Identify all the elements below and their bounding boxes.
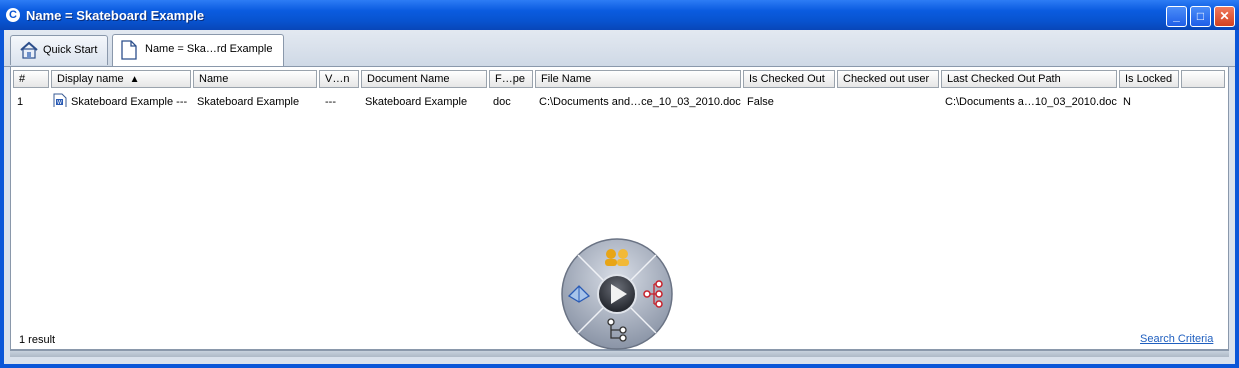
- radial-action-menu[interactable]: [561, 238, 673, 350]
- tab-label: Name = Ska…rd Example: [145, 43, 273, 55]
- cell-display-name: Skateboard Example ---: [71, 96, 188, 108]
- column-header-is-checked-out[interactable]: Is Checked Out: [743, 70, 835, 88]
- minimize-icon: _: [1173, 9, 1180, 23]
- cell-name: Skateboard Example: [197, 96, 300, 108]
- tab-label: Quick Start: [43, 44, 98, 56]
- column-header-label: Is Locked: [1125, 73, 1173, 85]
- search-criteria-link[interactable]: Search Criteria: [1140, 333, 1213, 345]
- close-button[interactable]: ✕: [1214, 6, 1235, 27]
- application-window: C Name = Skateboard Example _ □ ✕ Quick …: [0, 0, 1239, 368]
- title-bar[interactable]: C Name = Skateboard Example _ □ ✕: [0, 0, 1239, 30]
- cell-number: 1: [17, 96, 24, 108]
- column-header-label: Document Name: [367, 73, 450, 85]
- word-document-icon: W: [51, 93, 69, 107]
- column-header-label: Last Checked Out Path: [947, 73, 1061, 85]
- maximize-icon: □: [1196, 9, 1205, 23]
- cell-file-name: C:\Documents and…ce_10_03_2010.doc: [539, 96, 741, 108]
- cell-is-checked-out: False: [747, 96, 774, 108]
- column-header-file-type[interactable]: F…pe: [489, 70, 533, 88]
- play-icon[interactable]: [597, 274, 637, 314]
- column-header-file-name[interactable]: File Name: [535, 70, 741, 88]
- cell-last-checked-out-path: C:\Documents a…10_03_2010.doc: [945, 96, 1117, 108]
- maximize-button[interactable]: □: [1190, 6, 1211, 27]
- tab-bar: Quick Start Name = Ska…rd Example: [4, 30, 1235, 67]
- column-header-label: Is Checked Out: [749, 73, 825, 85]
- minimize-button[interactable]: _: [1166, 6, 1187, 27]
- column-header-label: Name: [199, 73, 229, 85]
- column-header-display-name[interactable]: Display name ▲: [51, 70, 191, 88]
- cell-version: ---: [325, 96, 336, 108]
- column-header-name[interactable]: Name: [193, 70, 317, 88]
- svg-text:W: W: [57, 100, 62, 106]
- result-count: 1 result: [19, 334, 56, 346]
- window-title: Name = Skateboard Example: [26, 8, 205, 23]
- cell-checked-out-user: [839, 95, 941, 109]
- column-header-label: Display name: [57, 73, 124, 85]
- cell-is-locked: N: [1123, 96, 1131, 108]
- app-logo-icon[interactable]: C: [6, 8, 20, 22]
- sort-ascending-icon: ▲: [129, 74, 140, 85]
- close-icon: ✕: [1219, 9, 1230, 23]
- column-header-version[interactable]: V…n: [319, 70, 359, 88]
- cell-document-name: Skateboard Example: [365, 96, 468, 108]
- column-header-label: #: [19, 73, 26, 85]
- column-header-label: Checked out user: [843, 73, 930, 85]
- column-header-label: File Name: [541, 73, 592, 85]
- column-header-label: V…n: [325, 73, 350, 85]
- column-header-document-name[interactable]: Document Name: [361, 70, 487, 88]
- column-header-last-checked-out-path[interactable]: Last Checked Out Path: [941, 70, 1117, 88]
- cell-file-type: doc: [493, 96, 511, 108]
- column-header-label: F…pe: [495, 73, 525, 85]
- tab-quick-start[interactable]: Quick Start: [10, 35, 108, 65]
- status-strip: [10, 350, 1229, 357]
- column-header-is-locked[interactable]: Is Locked: [1119, 70, 1179, 88]
- column-header-filler[interactable]: [1181, 70, 1225, 88]
- column-header-checked-out-user[interactable]: Checked out user: [837, 70, 939, 88]
- tab-document[interactable]: Name = Ska…rd Example: [112, 34, 284, 66]
- column-header-number[interactable]: #: [13, 70, 49, 88]
